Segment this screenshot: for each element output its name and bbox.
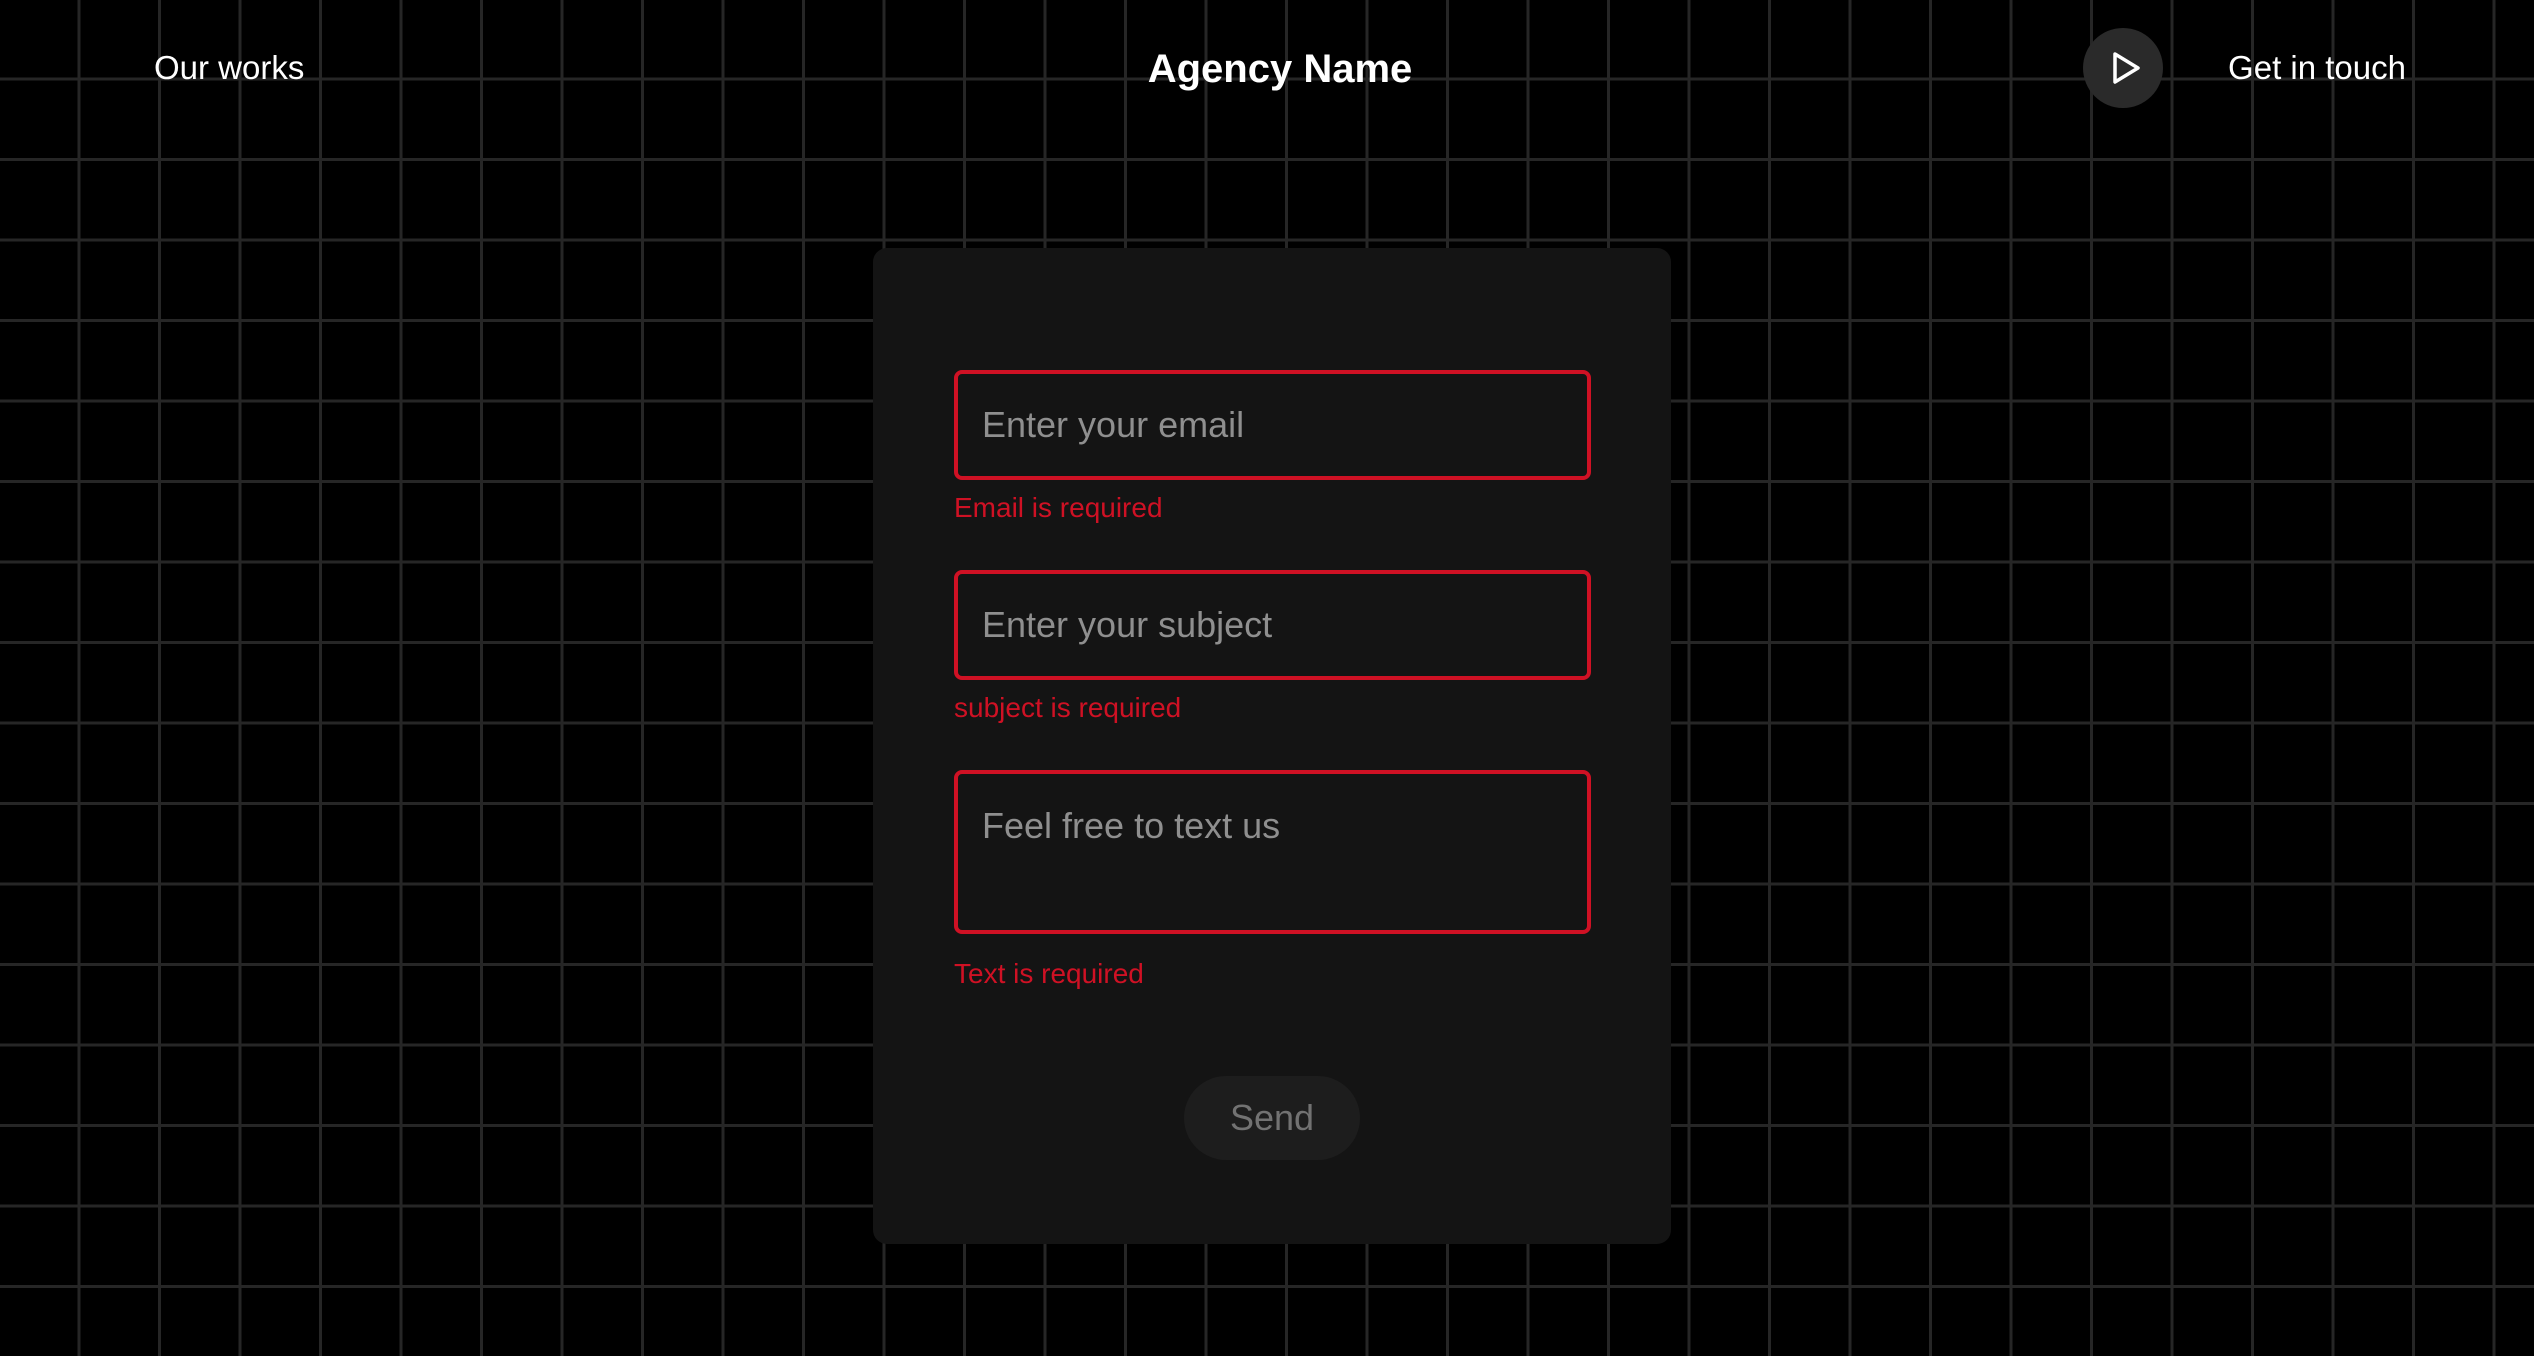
contact-form-card: Email is required subject is required Te… bbox=[873, 248, 1671, 1244]
play-button[interactable] bbox=[2083, 28, 2163, 108]
message-error: Text is required bbox=[954, 958, 1144, 989]
nav-get-in-touch[interactable]: Get in touch bbox=[2228, 46, 2406, 90]
email-input[interactable] bbox=[954, 370, 1591, 480]
email-error: Email is required bbox=[954, 492, 1163, 523]
subject-input[interactable] bbox=[954, 570, 1591, 680]
play-icon bbox=[2113, 52, 2140, 84]
send-button[interactable]: Send bbox=[1184, 1076, 1360, 1160]
subject-error: subject is required bbox=[954, 692, 1182, 723]
message-textarea[interactable] bbox=[954, 770, 1591, 934]
